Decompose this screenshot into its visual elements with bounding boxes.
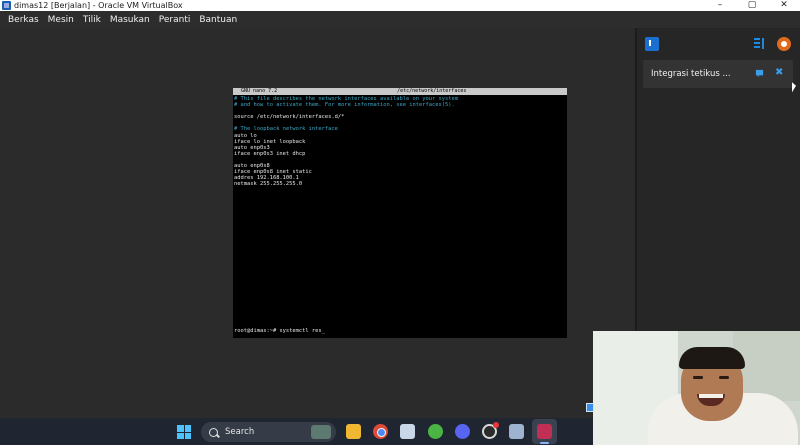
menu-bantuan[interactable]: Bantuan — [195, 15, 241, 25]
shell-prompt: root@dimas:~# systemctl res_ — [234, 328, 325, 334]
file-content: # This file describes the network interf… — [233, 95, 567, 187]
windows-start-icon[interactable] — [177, 425, 191, 439]
menu-bar: Berkas Mesin Tilik Masukan Peranti Bantu… — [0, 11, 800, 28]
floating-app-icon[interactable] — [586, 403, 594, 412]
menu-mesin[interactable]: Mesin — [44, 15, 78, 25]
menu-masukan[interactable]: Masukan — [106, 15, 154, 25]
window-title: dimas12 [Berjalan] - Oracle VM VirtualBo… — [14, 1, 183, 10]
mouse-integration-notice[interactable]: Integrasi tetikus ... ✖ — [643, 60, 793, 88]
notice-close-icon[interactable]: ✖ — [775, 67, 783, 78]
nano-file-path: /etc/network/interfaces — [397, 88, 467, 95]
virtualbox-app-icon — [2, 1, 11, 10]
close-button[interactable]: ✕ — [768, 0, 800, 11]
webcam-overlay — [593, 331, 800, 445]
taskbar-search[interactable]: Search — [201, 422, 336, 442]
maximize-button[interactable]: ▢ — [736, 0, 768, 11]
notification-info-icon[interactable] — [645, 37, 659, 51]
menu-berkas[interactable]: Berkas — [4, 15, 43, 25]
obs-icon[interactable] — [482, 422, 499, 439]
menu-peranti[interactable]: Peranti — [155, 15, 195, 25]
virtualbox-icon[interactable] — [509, 424, 524, 439]
active-indicator — [540, 442, 549, 444]
nano-header: GNU nano 7.2 /etc/network/interfaces — [233, 88, 567, 95]
notice-info-icon[interactable] — [755, 69, 764, 78]
notice-text: Integrasi tetikus ... — [651, 69, 731, 79]
file-explorer-icon[interactable] — [346, 424, 361, 439]
sort-icon[interactable] — [752, 37, 766, 51]
nano-editor-name: GNU nano 7.2 — [241, 88, 278, 95]
active-app-button[interactable] — [532, 419, 557, 444]
store-icon[interactable] — [400, 424, 415, 439]
search-icon — [209, 427, 218, 437]
mouse-cursor-icon — [792, 82, 796, 94]
file-line: netmask 255.255.255.0 — [234, 181, 303, 188]
title-bar: dimas12 [Berjalan] - Oracle VM VirtualBo… — [0, 0, 800, 11]
menu-tilik[interactable]: Tilik — [79, 15, 105, 25]
search-highlight-image — [311, 425, 331, 439]
minimize-button[interactable]: – — [704, 0, 736, 11]
xbox-icon[interactable] — [428, 424, 443, 439]
settings-icon[interactable] — [777, 37, 791, 51]
chrome-icon[interactable] — [373, 424, 388, 439]
search-label: Search — [225, 427, 255, 437]
discord-icon[interactable] — [455, 424, 470, 439]
vm-terminal-screen[interactable]: GNU nano 7.2 /etc/network/interfaces # T… — [233, 88, 567, 338]
taskbar: Search — [0, 418, 593, 445]
active-app-icon — [537, 424, 552, 439]
